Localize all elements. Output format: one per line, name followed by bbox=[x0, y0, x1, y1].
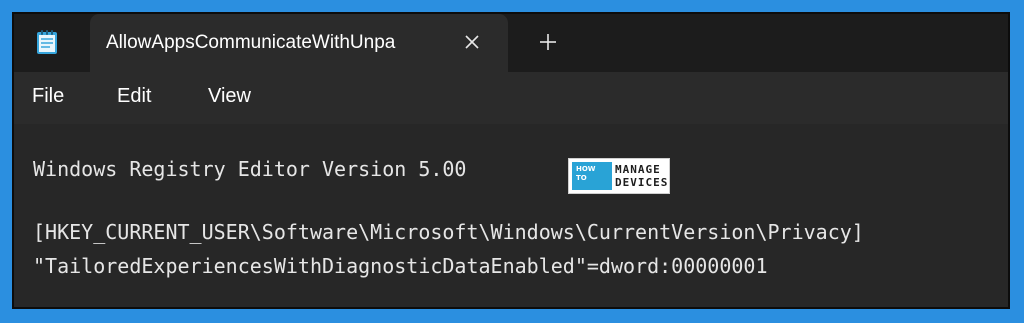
menu-item-edit[interactable]: Edit bbox=[113, 85, 155, 108]
logo-manage-devices: MANAGE DEVICES bbox=[615, 163, 669, 189]
text-editor[interactable]: Windows Registry Editor Version 5.00 HOW… bbox=[14, 124, 1008, 307]
tab-document[interactable]: AllowAppsCommunicateWithUnpa bbox=[90, 14, 508, 72]
editor-line: Windows Registry Editor Version 5.00 bbox=[33, 157, 467, 181]
menu-item-view[interactable]: View bbox=[204, 85, 255, 108]
logo-how-to: HOW TO bbox=[572, 162, 612, 190]
notepad-icon bbox=[36, 29, 58, 55]
close-icon[interactable] bbox=[458, 28, 486, 56]
editor-line: "TailoredExperiencesWithDiagnosticDataEn… bbox=[33, 254, 768, 278]
watermark-logo: HOW TO MANAGE DEVICES bbox=[568, 158, 670, 194]
menu-bar: File Edit View bbox=[14, 72, 1008, 124]
plus-icon[interactable] bbox=[534, 28, 562, 56]
notepad-window: AllowAppsCommunicateWithUnpa File Edit V… bbox=[12, 12, 1010, 309]
title-bar: AllowAppsCommunicateWithUnpa bbox=[14, 14, 1008, 72]
menu-item-file[interactable]: File bbox=[28, 85, 68, 108]
editor-line: [HKEY_CURRENT_USER\Software\Microsoft\Wi… bbox=[33, 220, 864, 244]
tab-title: AllowAppsCommunicateWithUnpa bbox=[106, 32, 396, 53]
